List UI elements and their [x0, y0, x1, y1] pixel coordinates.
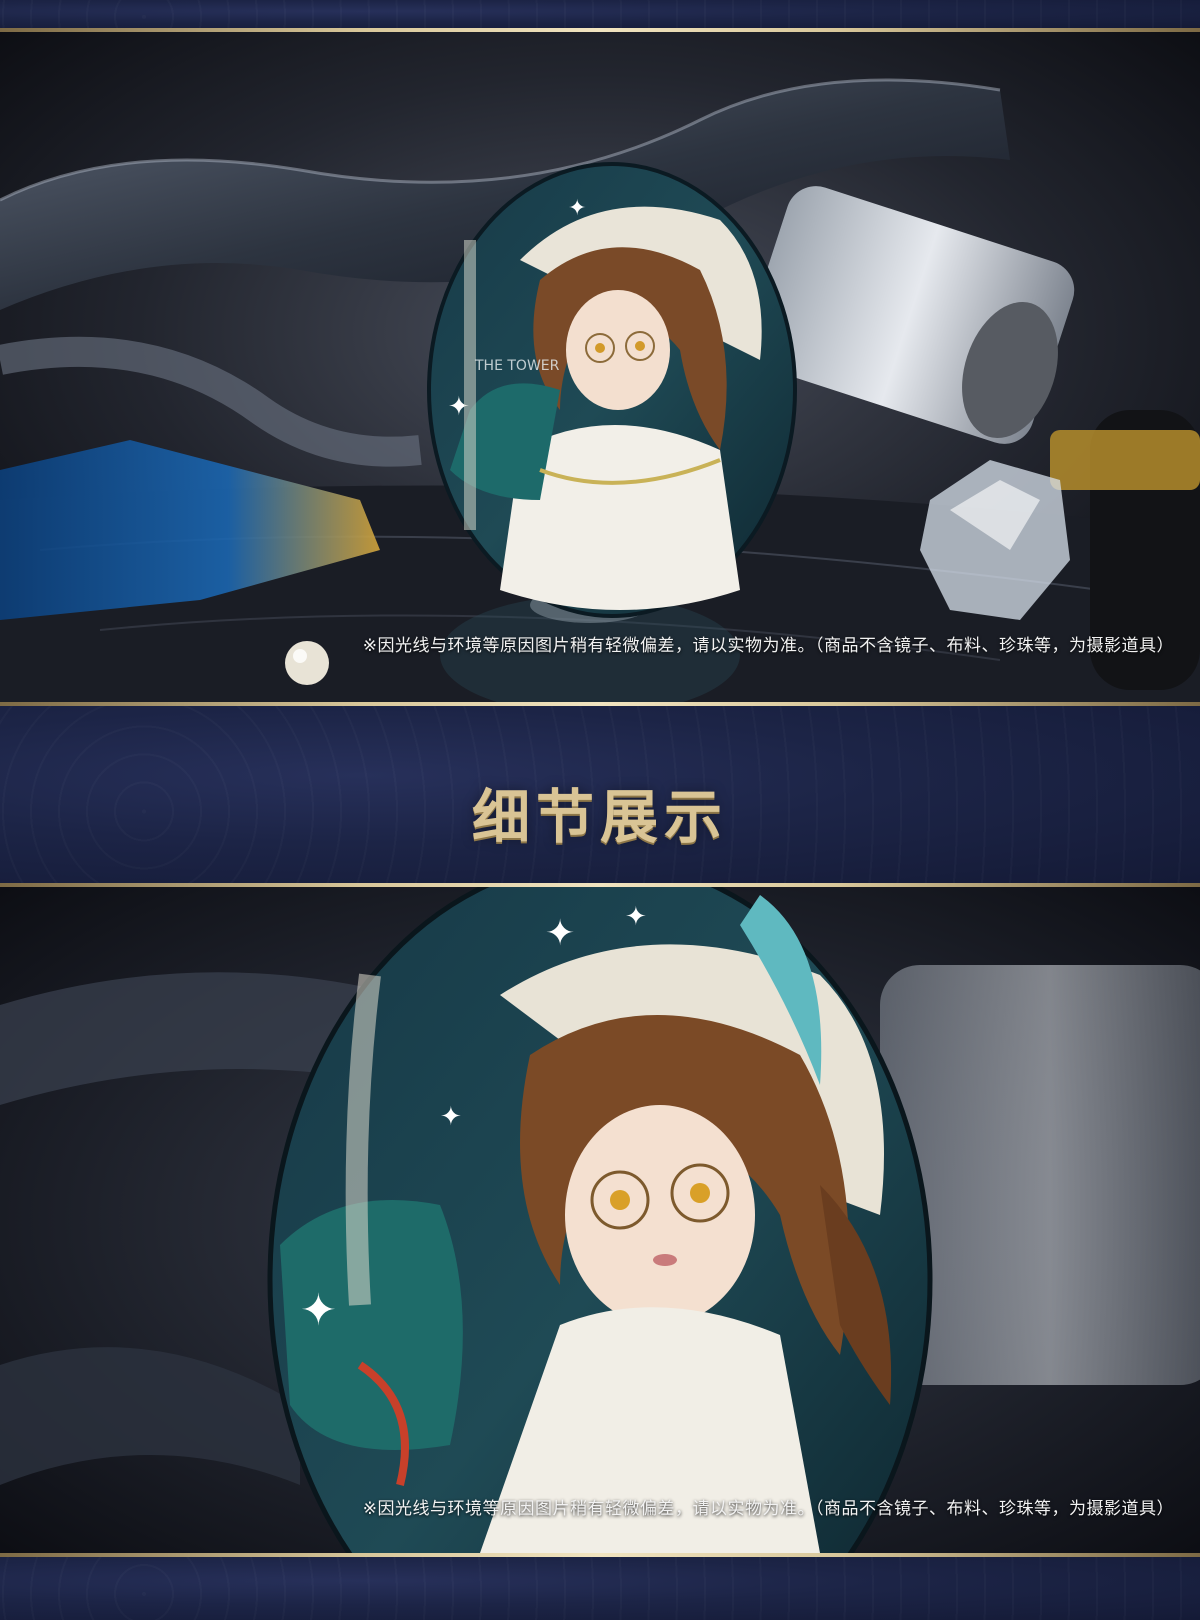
gold-divider [0, 702, 1200, 706]
product-photo-overview: ✦ ✦ THE TOWER ※因光线与环境等原因图片稍有轻微偏差，请以实物为准。… [0, 30, 1200, 702]
svg-text:✦: ✦ [300, 1285, 337, 1336]
gold-divider-top [0, 28, 1200, 32]
bottom-band [0, 1555, 1200, 1620]
svg-text:✦: ✦ [440, 1102, 462, 1132]
product-photo-detail: ✦ ✦ ✦ ✦ ※因光线与环境等原因图片稍有轻微偏差，请以实物为准。（商品不含镜… [0, 885, 1200, 1553]
photo-disclaimer: ※因光线与环境等原因图片稍有轻微偏差，请以实物为准。（商品不含镜子、布料、珍珠等… [362, 636, 1174, 656]
photo-disclaimer: ※因光线与环境等原因图片稍有轻微偏差，请以实物为准。（商品不含镜子、布料、珍珠等… [362, 1499, 1174, 1519]
svg-text:✦: ✦ [545, 913, 575, 954]
svg-text:✦: ✦ [625, 902, 647, 932]
badge-closeup-illustration: ✦ ✦ ✦ ✦ [0, 885, 1200, 1553]
badge-photo-illustration: ✦ ✦ THE TOWER [0, 30, 1200, 702]
gold-divider-bottom [0, 1553, 1200, 1557]
top-band [0, 0, 1200, 28]
gold-divider [0, 883, 1200, 887]
svg-text:✦: ✦ [568, 196, 586, 221]
badge-text: THE TOWER [474, 358, 560, 374]
section-title: 细节展示 [471, 783, 728, 851]
